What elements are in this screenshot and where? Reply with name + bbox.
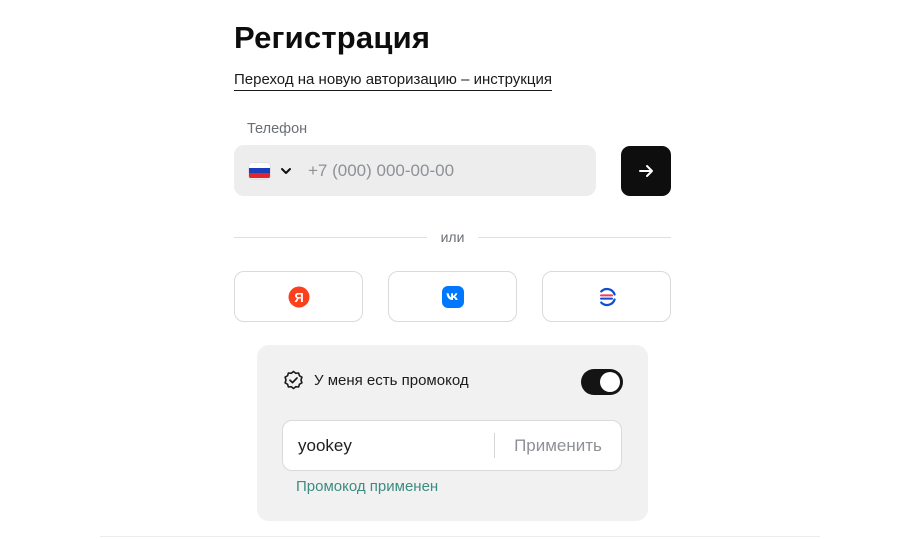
- submit-button[interactable]: [621, 146, 671, 196]
- yandex-logo-icon: Я: [288, 286, 309, 307]
- promo-input[interactable]: [298, 435, 494, 456]
- page-title: Регистрация: [234, 20, 431, 55]
- promo-header-label: У меня есть промокод: [314, 372, 469, 389]
- divider-text: или: [440, 229, 465, 245]
- russia-flag-icon: [249, 162, 270, 179]
- bottom-divider: [100, 536, 820, 537]
- promo-card: У меня есть промокод Применить Промокод …: [257, 345, 648, 521]
- promo-status: Промокод применен: [296, 478, 439, 495]
- yandex-login-button[interactable]: Я: [234, 271, 363, 322]
- apply-button[interactable]: Применить: [495, 436, 621, 456]
- phone-field: [234, 145, 596, 196]
- promo-field: Применить: [282, 420, 622, 471]
- or-divider: или: [234, 228, 671, 246]
- gosuslugi-login-button[interactable]: [542, 271, 671, 322]
- promo-toggle[interactable]: [581, 369, 623, 395]
- chevron-down-icon: [281, 167, 291, 174]
- vk-login-button[interactable]: [388, 271, 517, 322]
- vk-logo-icon: [441, 285, 464, 308]
- gosuslugi-logo-icon: [599, 287, 616, 306]
- instruction-link[interactable]: Переход на новую авторизацию – инструкци…: [234, 71, 552, 91]
- divider-line-left: [234, 236, 427, 238]
- phone-input[interactable]: [308, 160, 548, 181]
- divider-line-right: [478, 236, 671, 238]
- badge-check-icon: [284, 370, 303, 390]
- phone-label: Телефон: [247, 121, 308, 137]
- arrow-right-icon: [639, 165, 653, 177]
- toggle-knob: [600, 372, 620, 392]
- promo-header: У меня есть промокод: [283, 370, 469, 391]
- yandex-letter: Я: [294, 290, 303, 305]
- country-select[interactable]: [249, 162, 292, 179]
